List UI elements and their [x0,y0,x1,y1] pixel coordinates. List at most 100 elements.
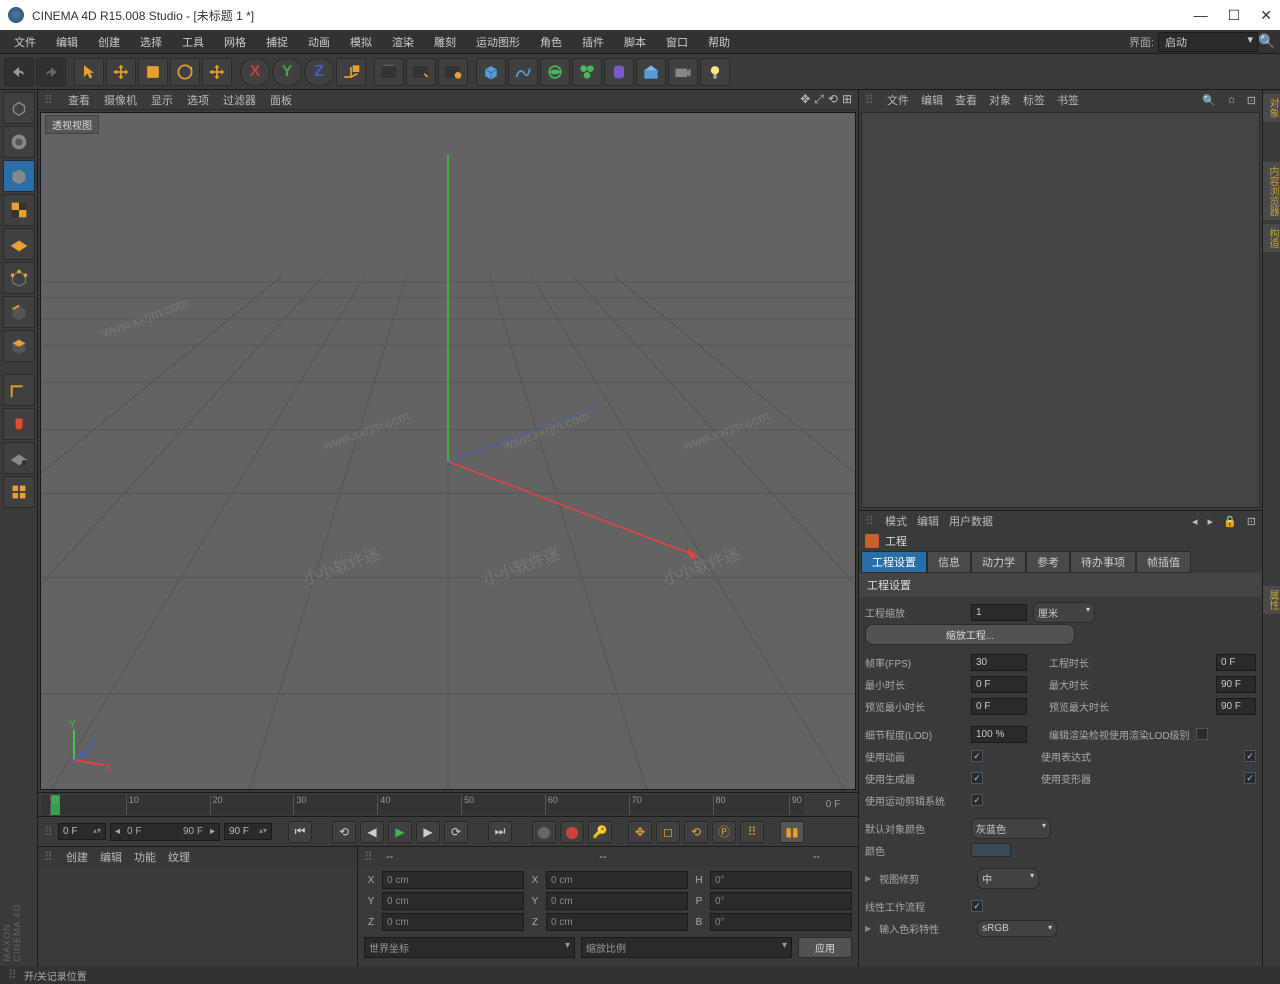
menu-mograph[interactable]: 运动图形 [466,34,530,50]
prevmax-input[interactable] [1216,698,1256,715]
tab-dynamics[interactable]: 动力学 [971,551,1026,573]
pos-z-input[interactable] [382,913,524,931]
grip-icon[interactable]: ⠿ [364,850,374,864]
projtime-input[interactable] [1216,654,1256,671]
use-gen-checkbox[interactable]: ✓ [971,772,983,784]
vp-nav-rotate-icon[interactable]: ⟲ [828,92,838,107]
om-home-icon[interactable]: ⌂ [1228,94,1235,106]
coord-scale-dropdown[interactable]: 缩放比例 [581,937,792,958]
light-button[interactable] [700,58,730,86]
menu-file[interactable]: 文件 [4,34,46,50]
camera-button[interactable] [668,58,698,86]
layout-dropdown[interactable]: 启动 [1158,32,1258,52]
mat-edit[interactable]: 编辑 [100,849,122,865]
goto-end-button[interactable]: ⏭ [488,821,512,843]
menu-render[interactable]: 渲染 [382,34,424,50]
y-axis-button[interactable]: Y [272,58,302,86]
prev-key-button[interactable]: ⟲ [332,821,356,843]
menu-select[interactable]: 选择 [130,34,172,50]
menu-window[interactable]: 窗口 [656,34,698,50]
attr-back-icon[interactable]: ◂ [1192,515,1198,528]
lod-input[interactable] [971,726,1027,743]
input-color-dropdown[interactable]: sRGB [977,920,1057,937]
generator-button[interactable] [572,58,602,86]
spline-button[interactable] [508,58,538,86]
grip-icon[interactable]: ⠿ [865,93,875,107]
undo-button[interactable] [4,58,34,86]
search-icon[interactable]: 🔍 [1258,33,1276,50]
last-tool[interactable] [202,58,232,86]
menu-edit[interactable]: 编辑 [46,34,88,50]
z-axis-button[interactable]: Z [304,58,334,86]
menu-create[interactable]: 创建 [88,34,130,50]
edge-mode-button[interactable] [3,296,35,328]
maxtime-input[interactable] [1216,676,1256,693]
om-bookmark[interactable]: 书签 [1057,92,1079,108]
vp-nav-layout-icon[interactable]: ⊞ [842,92,852,107]
lod-checkbox[interactable] [1196,728,1208,740]
end-frame-field[interactable]: 90 F▴▾ [224,823,272,840]
attr-userdata[interactable]: 用户数据 [949,513,993,529]
om-search-icon[interactable]: 🔍 [1202,94,1216,107]
vp-filter[interactable]: 过滤器 [223,92,256,108]
polygon-mode-button[interactable] [3,330,35,362]
project-scale-input[interactable] [971,604,1027,621]
maximize-button[interactable]: ☐ [1228,7,1241,24]
mat-tex[interactable]: 纹理 [168,849,190,865]
grip-icon[interactable]: ⠿ [44,93,54,107]
use-deform-checkbox[interactable]: ✓ [1244,772,1256,784]
vp-panel[interactable]: 面板 [270,92,292,108]
view-clip-dropdown[interactable]: 中 [977,868,1039,889]
menu-mesh[interactable]: 网格 [214,34,256,50]
viewport-3d[interactable]: 透视视图 [40,112,856,790]
coord-space-dropdown[interactable]: 世界坐标 [364,937,575,958]
render-settings-button[interactable] [438,58,468,86]
key-param-button[interactable]: Ⓟ [712,821,736,843]
select-tool[interactable] [74,58,104,86]
autokey-button[interactable]: 🔑 [588,821,612,843]
pos-x-input[interactable] [382,871,524,889]
prevmin-input[interactable] [971,698,1027,715]
snap-button[interactable] [3,408,35,440]
menu-sim[interactable]: 模拟 [340,34,382,50]
size-z-input[interactable] [546,913,688,931]
mintime-input[interactable] [971,676,1027,693]
tab-project-settings[interactable]: 工程设置 [861,551,927,573]
key-rotate-button[interactable]: ⟲ [684,821,708,843]
key-scale-button[interactable]: ◻ [656,821,680,843]
key-pla-button[interactable]: ⠿ [740,821,764,843]
vp-display[interactable]: 显示 [151,92,173,108]
tab-ref[interactable]: 参考 [1026,551,1070,573]
redo-button[interactable] [36,58,66,86]
size-x-input[interactable] [546,871,688,889]
use-expr-checkbox[interactable]: ✓ [1244,750,1256,762]
om-obj[interactable]: 对象 [989,92,1011,108]
timeline-panel-button[interactable]: ▮▮ [780,821,804,843]
apply-button[interactable]: 应用 [798,937,852,958]
attr-mode[interactable]: 模式 [885,513,907,529]
scale-project-button[interactable]: 缩放工程... [865,624,1075,645]
sidetab-browser[interactable]: 内容浏览器 [1263,162,1280,220]
linear-workflow-checkbox[interactable]: ✓ [971,900,983,912]
vp-nav-zoom-icon[interactable]: ⤢ [814,92,824,107]
record-off-button[interactable]: ⬤ [532,821,556,843]
attr-lock-icon[interactable]: 🔒 [1223,515,1237,528]
motion-clip-checkbox[interactable]: ✓ [971,794,983,806]
quantize-button[interactable] [3,476,35,508]
use-anim-checkbox[interactable]: ✓ [971,750,983,762]
expand-icon[interactable]: ▶ [865,924,871,933]
mat-create[interactable]: 创建 [66,849,88,865]
grip-icon[interactable]: ⠿ [865,514,875,528]
sidetab-struct[interactable]: 构造 [1263,224,1280,252]
tab-interp[interactable]: 帧插值 [1136,551,1191,573]
point-mode-button[interactable] [3,262,35,294]
vp-options[interactable]: 选项 [187,92,209,108]
key-move-button[interactable]: ✥ [628,821,652,843]
attr-fwd-icon[interactable]: ▸ [1208,515,1214,528]
move-tool[interactable] [106,58,136,86]
expand-icon[interactable]: ▶ [865,874,871,883]
deformer-button[interactable] [604,58,634,86]
tab-info[interactable]: 信息 [927,551,971,573]
default-color-dropdown[interactable]: 灰蓝色 [971,818,1051,839]
rotate-tool[interactable] [170,58,200,86]
